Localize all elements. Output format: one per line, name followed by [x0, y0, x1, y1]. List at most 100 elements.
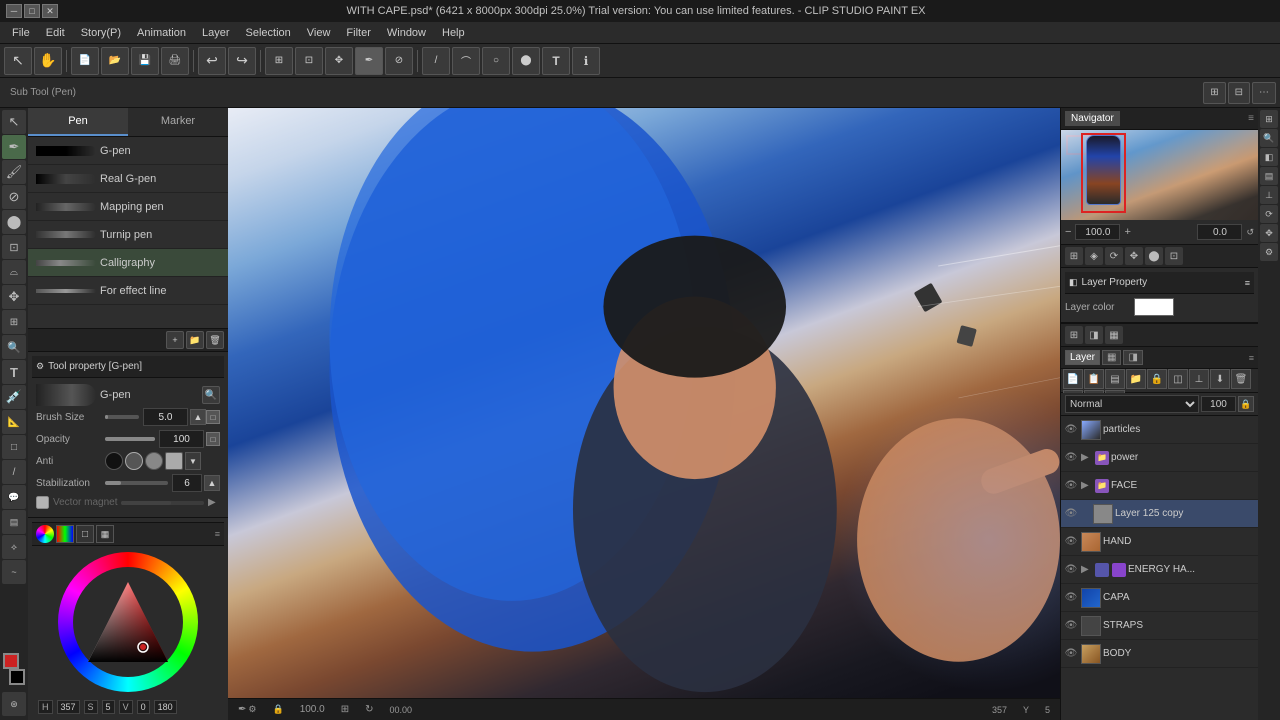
tp-brush-size-inc[interactable]: ▲	[190, 409, 206, 425]
nav-reset-button[interactable]: ↺	[1246, 227, 1254, 238]
tool-fill-button[interactable]: ⬤	[512, 47, 540, 75]
layer-vis-particles[interactable]: 👁	[1063, 422, 1079, 438]
layer-item-energy[interactable]: 👁 ▶ ENERGY HA...	[1061, 556, 1258, 584]
subtool-option-1[interactable]: ⊞	[1203, 82, 1225, 104]
tab-marker[interactable]: Marker	[128, 108, 228, 136]
h-value[interactable]: 357	[57, 700, 80, 714]
si-icon-1[interactable]: ⊞	[1065, 326, 1083, 344]
nav-zoom-input[interactable]	[1075, 224, 1120, 240]
layer-item-particles[interactable]: 👁 particles	[1061, 416, 1258, 444]
tool-move-icon[interactable]: ✥	[2, 285, 26, 309]
ri-icon-2[interactable]: ◈	[1085, 247, 1103, 265]
tool-text-button[interactable]: T	[542, 47, 570, 75]
lt-lock-transparent[interactable]: ◫	[1168, 369, 1188, 389]
status-rotate[interactable]: ↻	[361, 704, 377, 715]
tool-pen-button[interactable]: ✒	[355, 47, 383, 75]
brush-item-mapping[interactable]: Mapping pen	[28, 193, 228, 221]
tp-brush-size-slider[interactable]	[105, 415, 139, 419]
nav-zoom-in-button[interactable]: +	[1124, 226, 1130, 238]
nav-zoom-out-button[interactable]: −	[1065, 226, 1071, 238]
layer-expand-energy[interactable]: ▶	[1081, 564, 1093, 575]
color-history-tab[interactable]: ▦	[96, 525, 114, 543]
ri-icon-3[interactable]: ⟳	[1105, 247, 1123, 265]
layer-vis-layer125[interactable]: 👁	[1063, 506, 1079, 522]
lt-lock-all[interactable]: 🔒	[1147, 369, 1167, 389]
tool-new-button[interactable]: 📄	[71, 47, 99, 75]
opacity-input[interactable]	[1201, 396, 1236, 412]
tool-open-button[interactable]: 📂	[101, 47, 129, 75]
tp-opacity-value[interactable]: 100	[159, 430, 204, 448]
tp-vector-checkbox[interactable]	[36, 496, 49, 509]
tool-erase-button[interactable]: ⊘	[385, 47, 413, 75]
menu-animation[interactable]: Animation	[129, 25, 194, 41]
blend-mode-select[interactable]: Normal Multiply Screen Overlay	[1065, 395, 1199, 413]
lt-new-fill[interactable]: ▤	[1105, 369, 1125, 389]
ri-far-4[interactable]: ▤	[1260, 167, 1278, 185]
ri-icon-5[interactable]: ⬤	[1145, 247, 1163, 265]
layer-item-power[interactable]: 👁 ▶ 📁 power	[1061, 444, 1258, 472]
ri-icon-4[interactable]: ✥	[1125, 247, 1143, 265]
tool-cursor-button[interactable]: ↖	[4, 47, 32, 75]
menu-layer[interactable]: Layer	[194, 25, 238, 41]
tool-lasso-icon[interactable]: ⌓	[2, 260, 26, 284]
tool-save-button[interactable]: 💾	[131, 47, 159, 75]
tool-pen-icon[interactable]: ✒	[2, 135, 26, 159]
ri-far-7[interactable]: ✥	[1260, 224, 1278, 242]
anti-icon-1[interactable]	[105, 452, 123, 470]
anti-icon-2[interactable]	[125, 452, 143, 470]
si-icon-3[interactable]: ▦	[1105, 326, 1123, 344]
tool-move-button[interactable]: ✥	[325, 47, 353, 75]
nav-zoom-input-2[interactable]	[1197, 224, 1242, 240]
tool-special-icon[interactable]: ⊛	[2, 692, 26, 716]
window-minimize-button[interactable]: ─	[6, 4, 22, 18]
tp-stab-btn[interactable]: ▲	[204, 475, 220, 491]
status-zoom-value[interactable]: 100.0	[296, 704, 329, 715]
layer-tab-2[interactable]: ▦	[1102, 350, 1121, 365]
tool-redo-button[interactable]: ↪	[228, 47, 256, 75]
tool-cursor-icon[interactable]: ↖	[2, 110, 26, 134]
menu-story[interactable]: Story(P)	[73, 25, 129, 41]
opacity-lock-btn[interactable]: 🔒	[1238, 396, 1254, 412]
tp-opacity-slider[interactable]	[105, 437, 155, 441]
tool-balloon-icon[interactable]: 💬	[2, 485, 26, 509]
tool-select-button[interactable]: ⊡	[295, 47, 323, 75]
layer-vis-energy[interactable]: 👁	[1063, 562, 1079, 578]
brush-item-effect[interactable]: For effect line	[28, 277, 228, 305]
window-close-button[interactable]: ✕	[42, 4, 58, 18]
tool-curve-button[interactable]: ⌒	[452, 47, 480, 75]
layer-vis-face[interactable]: 👁	[1063, 478, 1079, 494]
brush-add-button[interactable]: +	[166, 331, 184, 349]
tool-eyedrop-icon[interactable]: 💉	[2, 385, 26, 409]
color-wheel-tab[interactable]	[36, 525, 54, 543]
menu-view[interactable]: View	[299, 25, 339, 41]
tool-shape-icon[interactable]: □	[2, 435, 26, 459]
layer-vis-capa[interactable]: 👁	[1063, 590, 1079, 606]
si-icon-2[interactable]: ◨	[1085, 326, 1103, 344]
lt-delete[interactable]: 🗑	[1231, 369, 1251, 389]
tool-brush-icon[interactable]: 🖌	[2, 160, 26, 184]
color-wheel-area[interactable]	[58, 552, 198, 692]
tool-fill-icon[interactable]: ⬤	[2, 210, 26, 234]
ri-far-8[interactable]: ⚙	[1260, 243, 1278, 261]
canvas-container[interactable]	[228, 108, 1060, 698]
ri-far-6[interactable]: ⟳	[1260, 205, 1278, 223]
color-panel-menu[interactable]: ≡	[215, 529, 220, 539]
lt-new-vector[interactable]: 📋	[1084, 369, 1104, 389]
layer-vis-straps[interactable]: 👁	[1063, 618, 1079, 634]
layer-item-hand[interactable]: 👁 HAND	[1061, 528, 1258, 556]
tool-undo-button[interactable]: ↩	[198, 47, 226, 75]
brush-folder-button[interactable]: 📁	[186, 331, 204, 349]
lt-merge-down[interactable]: ⬇	[1210, 369, 1230, 389]
lt-clipping[interactable]: ⊥	[1189, 369, 1209, 389]
layer-menu-btn[interactable]: ≡	[1249, 353, 1254, 363]
tool-line-button[interactable]: /	[422, 47, 450, 75]
tp-brush-size-value[interactable]: 5.0	[143, 408, 188, 426]
layer-tab-3[interactable]: ◨	[1123, 350, 1142, 365]
layer-vis-hand[interactable]: 👁	[1063, 534, 1079, 550]
tool-circle-button[interactable]: ○	[482, 47, 510, 75]
ri-far-3[interactable]: ◧	[1260, 148, 1278, 166]
layer-item-capa[interactable]: 👁 CAPA	[1061, 584, 1258, 612]
nav-tab-navigator[interactable]: Navigator	[1065, 111, 1120, 126]
lp-menu-btn[interactable]: ≡	[1245, 278, 1250, 288]
v-value[interactable]: 0	[137, 700, 150, 714]
